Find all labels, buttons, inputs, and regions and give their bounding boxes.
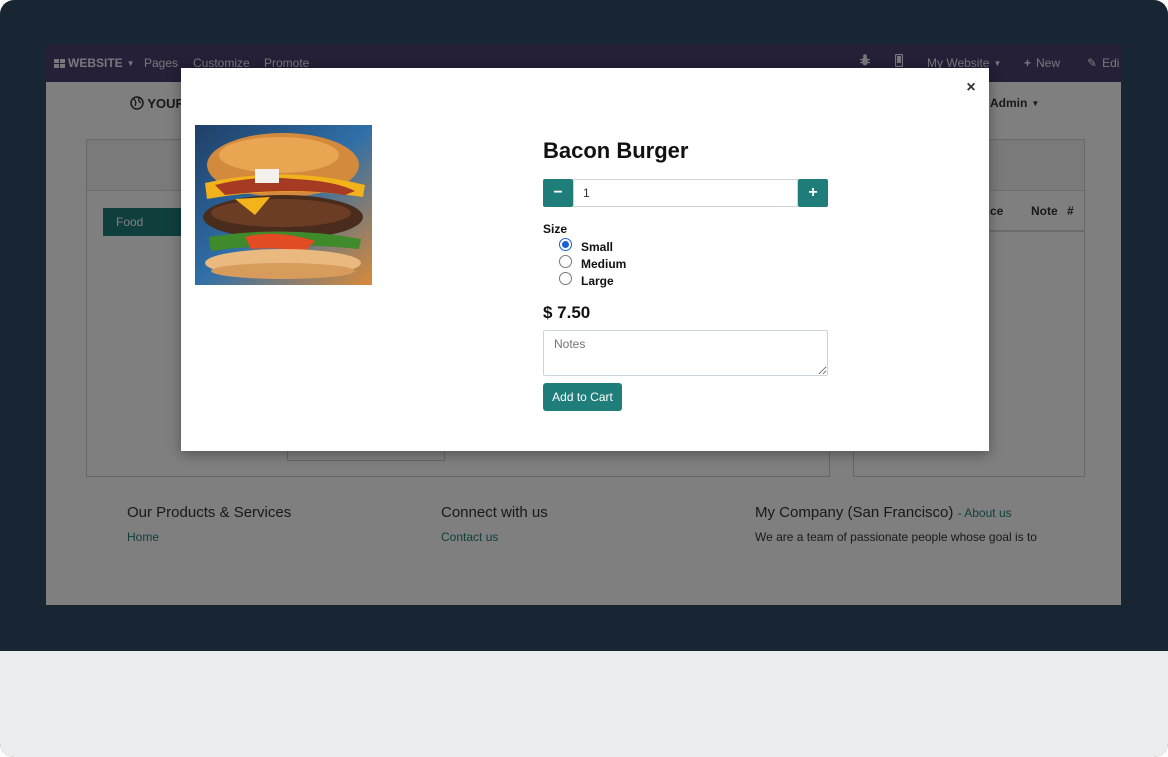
add-to-cart-button[interactable]: Add to Cart <box>543 383 622 411</box>
product-modal: × Bacon Burger − 1 + Size Small Medium L… <box>181 68 989 451</box>
plus-icon: + <box>808 184 818 201</box>
notes-field[interactable] <box>543 330 828 376</box>
quantity-decrease-button[interactable]: − <box>543 179 573 207</box>
frame-bottom-bar <box>0 651 1168 757</box>
product-image <box>195 125 372 285</box>
device-frame: WEBSITE▼ Pages Customize Promote My Webs… <box>0 0 1168 757</box>
product-title: Bacon Burger <box>543 138 689 163</box>
radio-medium[interactable] <box>559 255 572 268</box>
size-option-label: Small <box>581 240 614 254</box>
size-label: Size <box>543 222 568 236</box>
quantity-input[interactable]: 1 <box>573 179 798 207</box>
size-option-label: Medium <box>581 257 627 271</box>
radio-large[interactable] <box>559 272 572 285</box>
quantity-increase-button[interactable]: + <box>798 179 828 207</box>
size-option-label: Large <box>581 274 614 288</box>
radio-small[interactable] <box>559 238 572 251</box>
minus-icon: − <box>553 184 563 201</box>
close-icon[interactable]: × <box>964 80 978 96</box>
product-price: $ 7.50 <box>543 303 591 322</box>
